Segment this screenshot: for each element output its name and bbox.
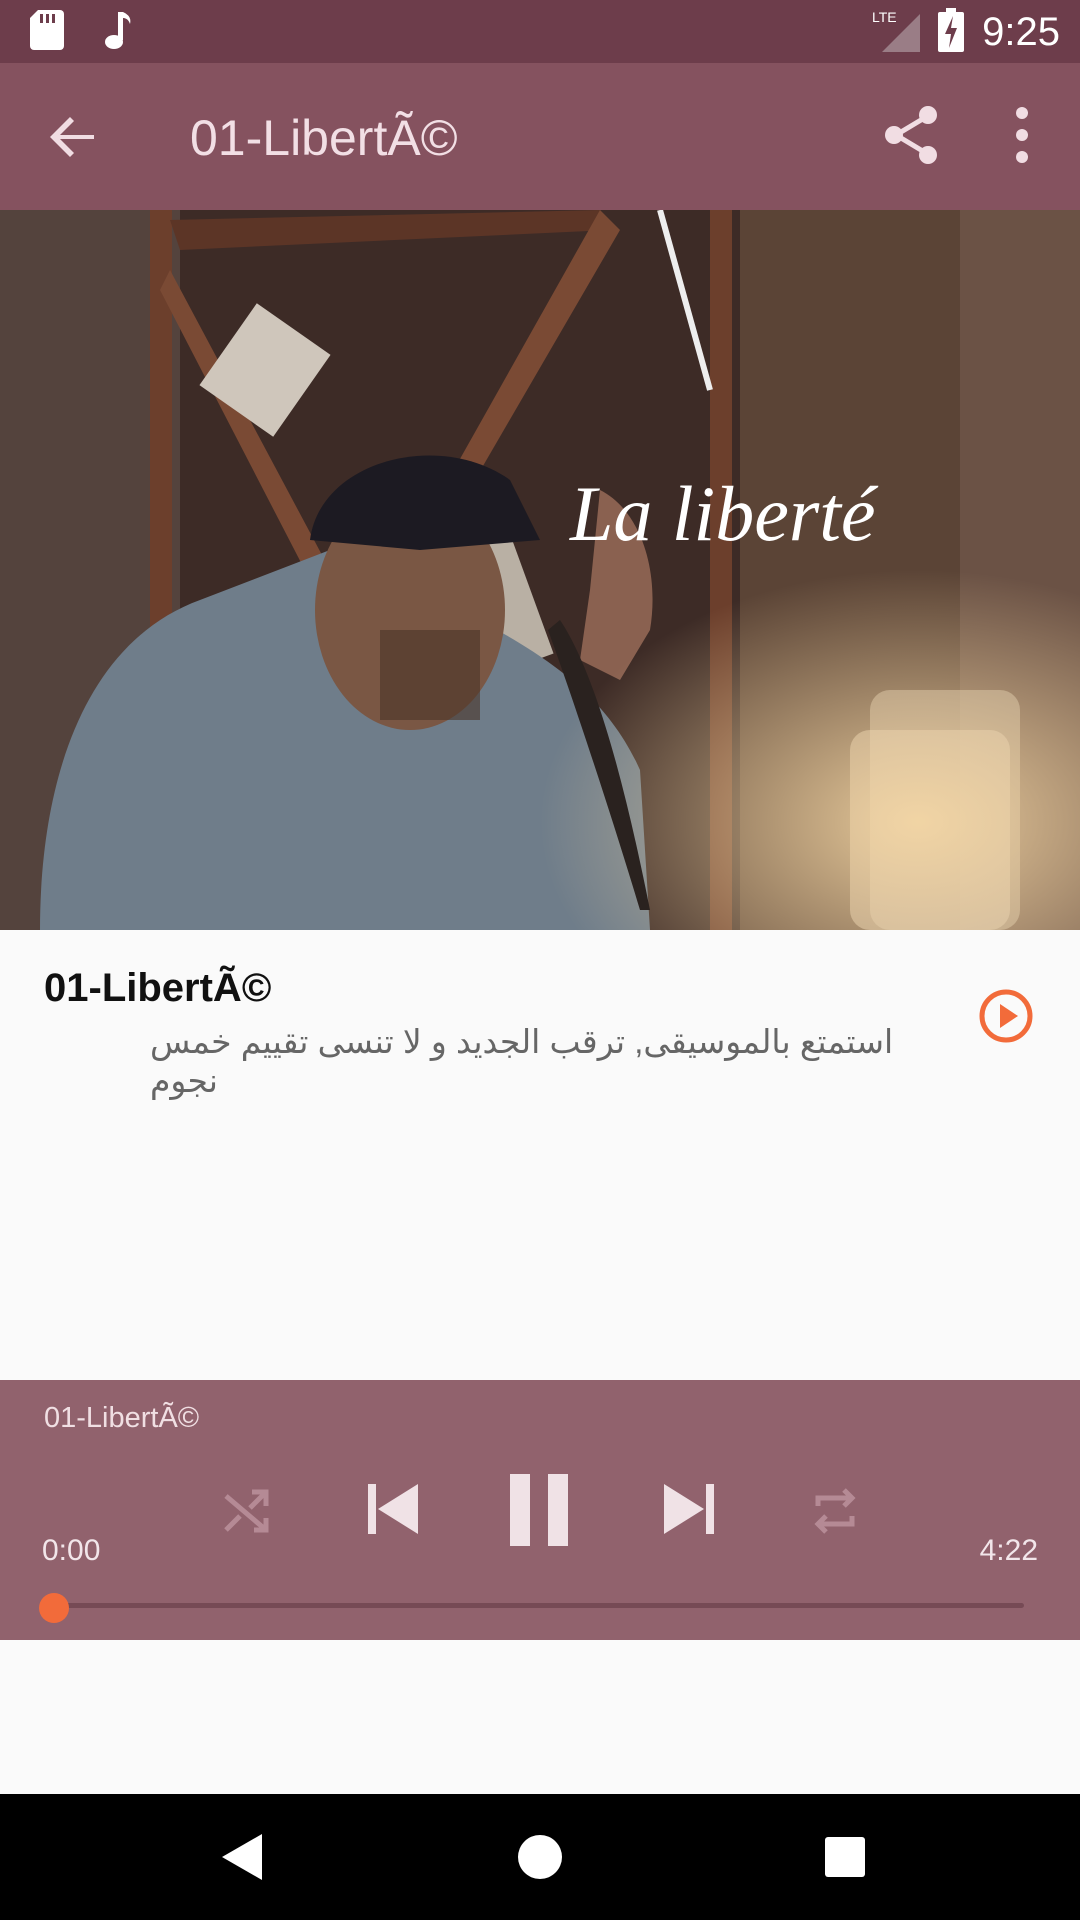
circle-home-icon xyxy=(518,1835,562,1879)
music-note-icon xyxy=(104,10,134,55)
signal-icon: LTE xyxy=(872,8,921,57)
track-description: استمتع بالموسيقى, ترقب الجديد و لا تنسى … xyxy=(150,1023,894,1099)
pause-icon xyxy=(510,1474,568,1546)
back-button[interactable] xyxy=(40,103,108,171)
battery-icon xyxy=(938,8,965,57)
artwork-illustration: La liberté xyxy=(0,210,1080,930)
share-icon xyxy=(885,106,937,164)
shuffle-button[interactable] xyxy=(222,1486,272,1541)
nav-home-button[interactable] xyxy=(505,1822,575,1892)
app-bar: 01-LibertÃ© xyxy=(0,63,1080,210)
artwork-overlay-text: La liberté xyxy=(569,470,879,557)
square-recents-icon xyxy=(825,1837,865,1877)
pause-button[interactable] xyxy=(506,1472,572,1553)
nav-back-button[interactable] xyxy=(212,1822,282,1892)
navigation-bar xyxy=(0,1794,1080,1920)
status-bar: LTE 9:25 xyxy=(0,0,1080,63)
seek-bar-track[interactable] xyxy=(54,1603,1024,1608)
track-title: 01-LibertÃ© xyxy=(44,966,272,1010)
share-button[interactable] xyxy=(882,105,942,165)
app-bar-title: 01-LibertÃ© xyxy=(190,110,458,166)
more-options-button[interactable] xyxy=(1000,105,1044,165)
next-button[interactable] xyxy=(662,1482,716,1541)
previous-button[interactable] xyxy=(366,1482,420,1541)
current-time: 0:00 xyxy=(42,1534,101,1567)
seek-bar-thumb[interactable] xyxy=(39,1593,69,1623)
player-panel: 01-LibertÃ© 0:00 4:22 xyxy=(0,1380,1080,1640)
skip-previous-icon xyxy=(368,1484,418,1534)
album-artwork: La liberté xyxy=(0,210,1080,930)
player-track-title: 01-LibertÃ© xyxy=(44,1402,200,1434)
shuffle-icon xyxy=(224,1489,269,1533)
play-circle-icon xyxy=(979,989,1033,1043)
status-time: 9:25 xyxy=(982,10,1060,54)
arrow-back-icon xyxy=(50,117,94,157)
skip-next-icon xyxy=(664,1484,714,1534)
repeat-icon xyxy=(814,1488,856,1534)
sd-card-icon xyxy=(30,10,64,55)
nav-recents-button[interactable] xyxy=(810,1822,880,1892)
play-track-button[interactable] xyxy=(978,988,1034,1044)
triangle-back-icon xyxy=(222,1834,262,1880)
more-vert-icon xyxy=(1016,107,1028,163)
repeat-button[interactable] xyxy=(810,1486,860,1541)
total-time: 4:22 xyxy=(979,1534,1038,1567)
network-type: LTE xyxy=(872,9,897,25)
